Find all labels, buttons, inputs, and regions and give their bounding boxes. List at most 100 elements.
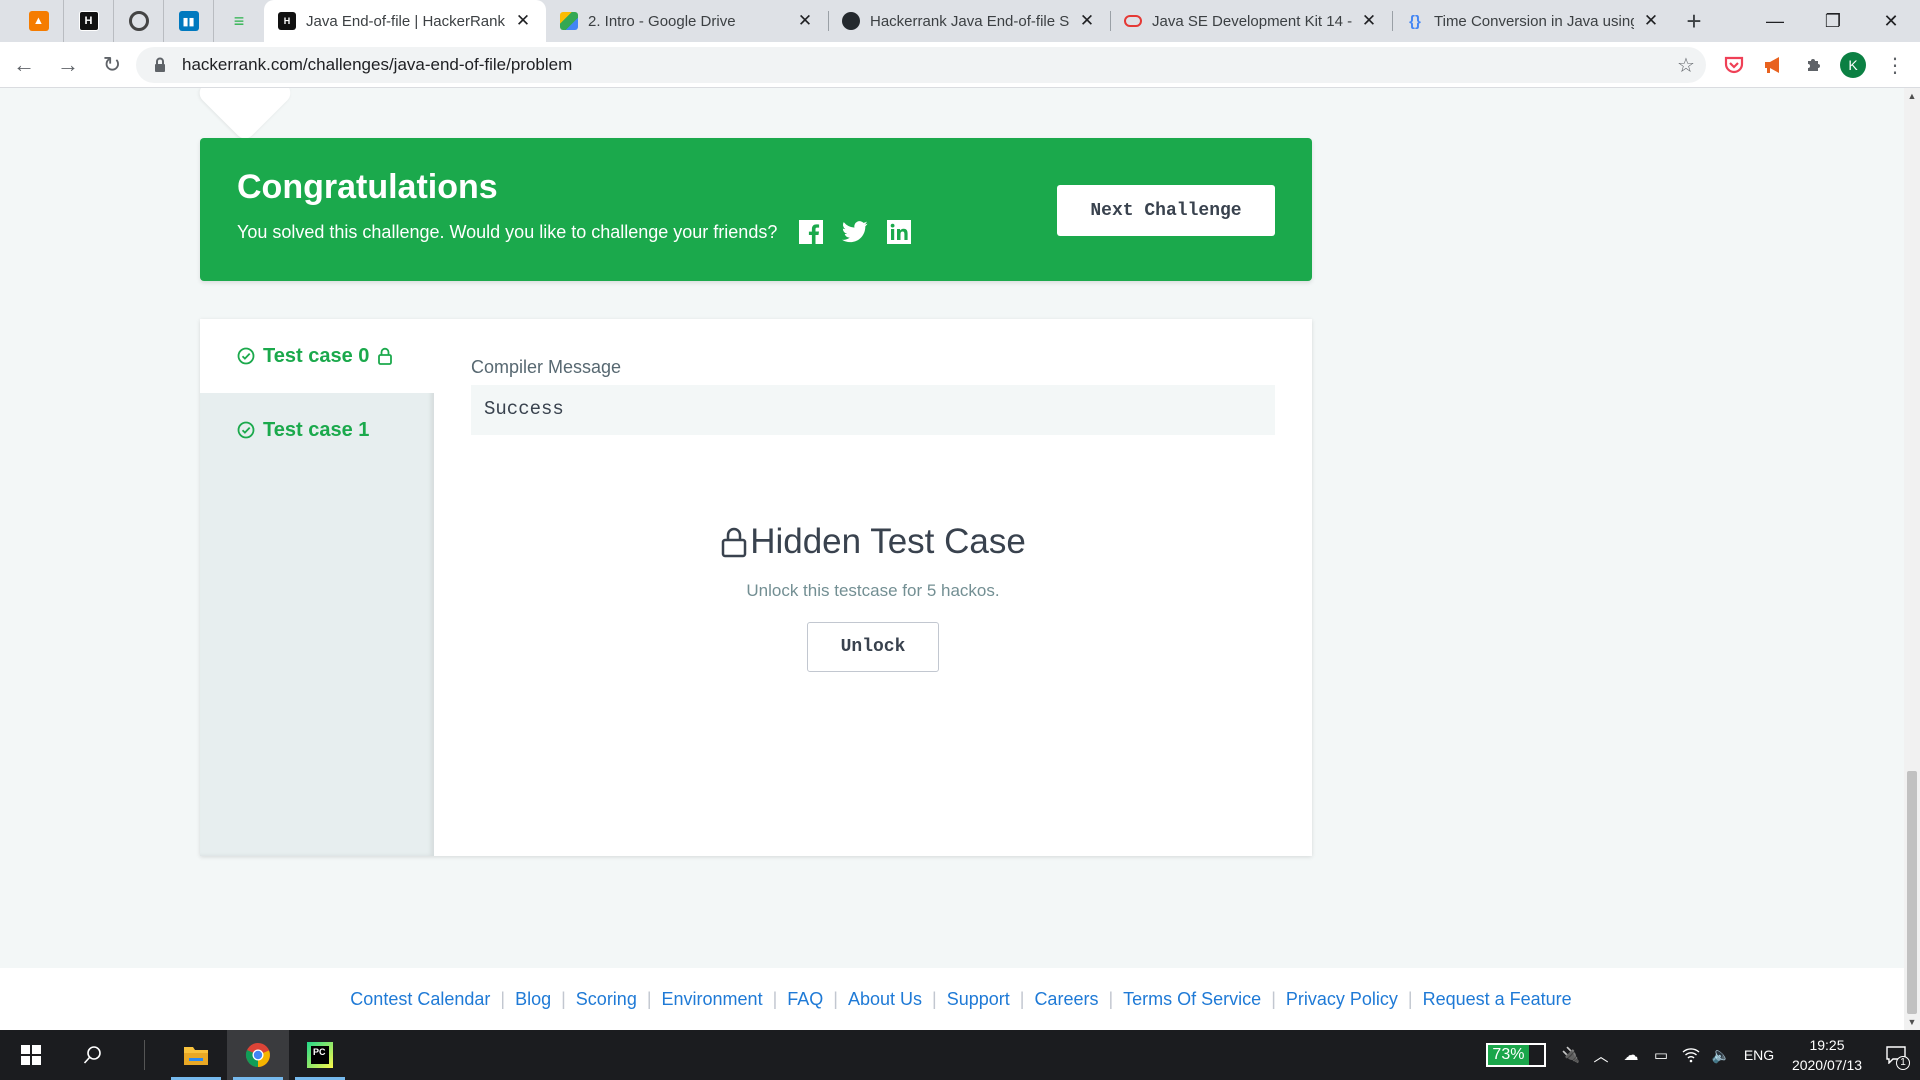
browser-toolbar: ← → ↻ hackerrank.com/challenges/java-end…: [0, 42, 1920, 88]
unlock-button[interactable]: Unlock: [807, 622, 939, 672]
footer-link-about-us[interactable]: About Us: [848, 989, 922, 1010]
pinned-tab-2[interactable]: H: [64, 0, 114, 42]
kebab-menu-icon[interactable]: ⋮: [1880, 50, 1910, 80]
tab-github[interactable]: Hackerrank Java End-of-file So ✕: [828, 0, 1110, 42]
footer: Contest Calendar | Blog | Scoring | Environmen…: [0, 968, 1904, 1030]
hidden-test-case-description: Unlock this testcase for 5 hackos.: [746, 581, 1000, 600]
tab-google-drive[interactable]: 2. Intro - Google Drive ✕: [546, 0, 828, 42]
footer-separator: |: [1271, 988, 1276, 1009]
compiler-message-label: Compiler Message: [471, 357, 622, 377]
scroll-down-icon[interactable]: ▼: [1904, 1014, 1920, 1030]
system-tray: 73% 🔌 ︿ ☁ ▭ 🔈 ENG 19:25 2020/07/13 1: [1486, 1030, 1920, 1080]
footer-separator: |: [1019, 988, 1025, 1009]
battery-status-icon[interactable]: ▭: [1646, 1030, 1676, 1080]
trello-icon: ▮▮: [178, 11, 199, 31]
pycharm-button[interactable]: PC: [289, 1030, 351, 1080]
pinned-tab-5[interactable]: ≡: [214, 0, 264, 42]
notification-count-badge: 1: [1896, 1056, 1910, 1070]
pinned-tab-3[interactable]: [114, 0, 164, 42]
onedrive-cloud-icon[interactable]: ☁: [1616, 1030, 1646, 1080]
battery-indicator[interactable]: 73%: [1486, 1043, 1546, 1067]
power-plug-icon[interactable]: 🔌: [1556, 1030, 1586, 1080]
reload-icon[interactable]: ↻: [92, 45, 132, 85]
minimize-icon[interactable]: —: [1746, 0, 1804, 42]
pinned-tabs: ▲ H ▮▮ ≡: [0, 0, 264, 42]
close-tab-icon[interactable]: ✕: [1078, 11, 1096, 31]
notification-center-icon[interactable]: 1: [1872, 1030, 1920, 1080]
check-circle-icon: [237, 347, 255, 365]
language-indicator[interactable]: ENG: [1736, 1030, 1782, 1080]
footer-separator: |: [1407, 988, 1413, 1009]
check-circle-icon: [237, 421, 255, 439]
footer-link-request-a-feature[interactable]: Request a Feature: [1423, 989, 1572, 1010]
puzzle-extensions-icon[interactable]: [1799, 50, 1829, 80]
congratulations-banner: Congratulations You solved this challeng…: [200, 138, 1312, 281]
tab-test-case-1[interactable]: Test case 1: [200, 393, 434, 467]
close-tab-icon[interactable]: ✕: [514, 11, 532, 31]
pinned-tab-1[interactable]: ▲: [14, 0, 64, 42]
address-bar[interactable]: hackerrank.com/challenges/java-end-of-fi…: [136, 47, 1706, 83]
chrome-button[interactable]: [227, 1030, 289, 1080]
clock[interactable]: 19:25 2020/07/13: [1782, 1035, 1872, 1075]
footer-link-blog[interactable]: Blog: [515, 989, 551, 1010]
tab-title: Time Conversion in Java using: [1434, 12, 1634, 30]
chrome-icon: [245, 1043, 270, 1067]
chevron-up-icon[interactable]: ︿: [1586, 1030, 1616, 1080]
pocket-extension-icon[interactable]: [1719, 50, 1749, 80]
footer-separator: |: [932, 988, 937, 1009]
test-results-panel: Test case 0 Test case 1 Compiler Message…: [200, 319, 1312, 856]
bookmark-star-icon[interactable]: ☆: [1666, 53, 1706, 78]
twitter-icon[interactable]: [842, 219, 868, 245]
next-challenge-button[interactable]: Next Challenge: [1057, 185, 1275, 236]
close-window-icon[interactable]: ✕: [1862, 0, 1920, 42]
footer-separator: |: [833, 988, 838, 1009]
close-tab-icon[interactable]: ✕: [1360, 11, 1378, 31]
scrollbar-thumb[interactable]: [1907, 771, 1917, 1014]
volume-icon[interactable]: 🔈: [1706, 1030, 1736, 1080]
tab-hackerrank[interactable]: H Java End-of-file | HackerRank ✕: [264, 0, 546, 42]
footer-link-terms-of-service[interactable]: Terms Of Service: [1123, 989, 1261, 1010]
footer-link-careers[interactable]: Careers: [1034, 989, 1098, 1010]
footer-link-support[interactable]: Support: [947, 989, 1010, 1010]
search-button[interactable]: [62, 1030, 124, 1080]
footer-separator: |: [646, 988, 652, 1009]
footer-link-contest-calendar[interactable]: Contest Calendar: [350, 989, 490, 1010]
pinned-tab-4[interactable]: ▮▮: [164, 0, 214, 42]
tab-test-case-0[interactable]: Test case 0: [200, 319, 434, 393]
new-tab-button[interactable]: +: [1674, 0, 1714, 42]
restore-icon[interactable]: ❐: [1804, 0, 1862, 42]
oracle-icon: [1124, 15, 1142, 27]
footer-link-privacy-policy[interactable]: Privacy Policy: [1286, 989, 1398, 1010]
linkedin-icon[interactable]: [886, 219, 912, 245]
url-text: hackerrank.com/challenges/java-end-of-fi…: [182, 55, 573, 74]
windows-logo-icon: [21, 1045, 41, 1065]
browser-tab-strip: ▲ H ▮▮ ≡ H Java End-of-file | HackerRank…: [0, 0, 1920, 42]
wifi-icon[interactable]: [1676, 1030, 1706, 1080]
close-tab-icon[interactable]: ✕: [1642, 11, 1660, 31]
test-case-sidebar: Test case 0 Test case 1: [200, 319, 434, 856]
tab-time-conversion[interactable]: {} Time Conversion in Java using ✕: [1392, 0, 1674, 42]
github-icon: [842, 12, 860, 30]
megaphone-extension-icon[interactable]: [1759, 50, 1789, 80]
page-scrollbar[interactable]: ▲ ▼: [1904, 88, 1920, 1030]
scroll-up-icon[interactable]: ▲: [1904, 88, 1920, 104]
forward-arrow-icon[interactable]: →: [48, 45, 88, 85]
footer-link-faq[interactable]: FAQ: [787, 989, 823, 1010]
close-tab-icon[interactable]: ✕: [796, 11, 814, 31]
file-explorer-button[interactable]: [165, 1030, 227, 1080]
tab-oracle[interactable]: Java SE Development Kit 14 - ✕: [1110, 0, 1392, 42]
lock-icon: [155, 57, 165, 72]
footer-link-scoring[interactable]: Scoring: [576, 989, 637, 1010]
start-button[interactable]: [0, 1030, 62, 1080]
clock-time: 19:25: [1809, 1037, 1845, 1053]
braces-icon: {}: [1409, 12, 1421, 30]
pycharm-icon: PC: [307, 1042, 333, 1068]
footer-separator: |: [561, 988, 566, 1009]
profile-avatar[interactable]: K: [1838, 50, 1868, 80]
hackerrank-favicon-icon: H: [278, 12, 296, 30]
avatar: K: [1840, 52, 1866, 78]
feedly-icon: ≡: [233, 10, 245, 31]
facebook-icon[interactable]: [798, 219, 824, 245]
footer-link-environment[interactable]: Environment: [662, 989, 763, 1010]
back-arrow-icon[interactable]: ←: [4, 45, 44, 85]
